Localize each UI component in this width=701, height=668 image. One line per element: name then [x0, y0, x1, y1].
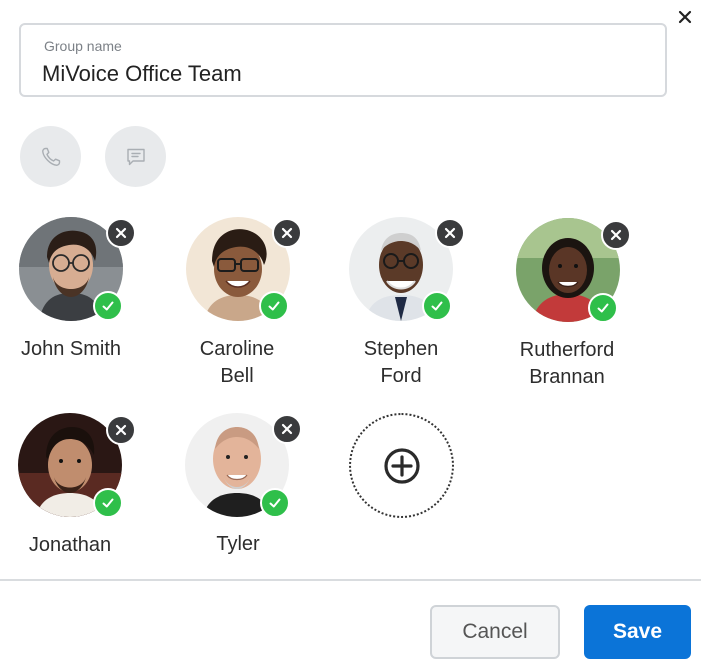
- check-icon: [93, 488, 123, 518]
- footer-divider: [0, 579, 701, 581]
- member-name: Stephen Ford: [326, 336, 476, 390]
- member-name-line1: Stephen: [363, 338, 439, 360]
- phone-icon: [41, 147, 60, 166]
- close-button[interactable]: [672, 4, 698, 30]
- close-icon: [115, 227, 127, 239]
- close-icon: [281, 227, 293, 239]
- cancel-button[interactable]: Cancel: [430, 605, 560, 659]
- close-icon: [115, 424, 127, 436]
- check-icon: [422, 291, 452, 321]
- save-button[interactable]: Save: [584, 605, 691, 659]
- remove-member-button[interactable]: [272, 218, 302, 248]
- close-icon: [281, 423, 293, 435]
- message-button[interactable]: [105, 126, 166, 187]
- member-card: Jonathan: [0, 408, 150, 588]
- member-card: John Smith: [0, 212, 150, 392]
- call-button[interactable]: [20, 126, 81, 187]
- chat-icon: [126, 148, 145, 165]
- member-name-line1: Jonathan: [28, 534, 112, 556]
- check-icon: [259, 291, 289, 321]
- check-icon: [260, 488, 290, 518]
- remove-member-button[interactable]: [601, 220, 631, 250]
- close-icon: [610, 229, 622, 241]
- member-name-line1: Rutherford: [519, 339, 615, 361]
- add-member-button[interactable]: [349, 413, 454, 518]
- remove-member-button[interactable]: [106, 415, 136, 445]
- remove-member-button[interactable]: [272, 414, 302, 444]
- member-name-line1: John Smith: [20, 338, 122, 360]
- close-icon: [678, 10, 692, 24]
- member-card: Stephen Ford: [330, 212, 480, 392]
- member-card: Tyler: [167, 408, 317, 588]
- remove-member-button[interactable]: [106, 218, 136, 248]
- member-name: Tyler: [163, 531, 313, 558]
- member-name: Caroline Bell: [162, 336, 312, 390]
- close-icon: [444, 227, 456, 239]
- group-name-label: Group name: [44, 38, 122, 54]
- member-name-line2: Ford: [380, 365, 422, 387]
- check-icon: [588, 293, 618, 323]
- member-name: John Smith: [0, 336, 146, 363]
- member-name-line1: Caroline: [199, 338, 275, 360]
- group-name-field[interactable]: Group name: [19, 23, 667, 97]
- remove-member-button[interactable]: [435, 218, 465, 248]
- member-card: Rutherford Brannan: [497, 212, 647, 392]
- member-name-line2: Brannan: [529, 366, 605, 388]
- plus-circle-icon: [383, 447, 420, 484]
- member-name: Jonathan: [0, 532, 145, 559]
- member-card: Caroline Bell: [167, 212, 317, 392]
- member-name: Rutherford Brannan: [492, 337, 642, 391]
- member-name-line1: Tyler: [216, 533, 260, 555]
- check-icon: [93, 291, 123, 321]
- member-name-line2: Bell: [220, 365, 254, 387]
- group-name-input[interactable]: [42, 61, 642, 87]
